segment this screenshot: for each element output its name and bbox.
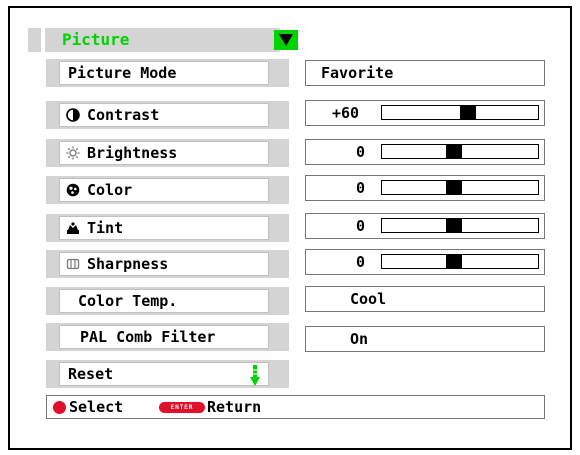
slider-value: 0 <box>356 179 366 197</box>
menu-item-contrast[interactable]: Contrast <box>46 101 289 129</box>
slider-knob[interactable] <box>446 145 462 158</box>
menu-item-pal-comb-filter[interactable]: PAL Comb Filter <box>46 323 289 351</box>
contrast-slider-row[interactable]: +60 <box>305 100 545 126</box>
return-hint: Return <box>207 398 262 416</box>
menu-item-box: Picture Mode <box>59 61 269 85</box>
menu-item-box: Color Temp. <box>59 289 269 313</box>
menu-item-picture-mode[interactable]: Picture Mode <box>46 59 289 87</box>
menu-item-label: Color <box>87 181 133 199</box>
menu-item-box: Brightness <box>59 141 269 165</box>
slider-value: 0 <box>356 143 366 161</box>
menu-item-color-temp[interactable]: Color Temp. <box>46 287 289 315</box>
menu-item-box: Sharpness <box>59 252 269 276</box>
slider-track[interactable] <box>381 144 539 159</box>
value-text: Cool <box>350 290 387 308</box>
slider-track[interactable] <box>381 254 539 269</box>
menu-item-label: Tint <box>87 219 124 237</box>
dropdown-arrow-icon[interactable] <box>274 30 298 50</box>
menu-item-box: Reset <box>59 362 269 386</box>
menu-header[interactable]: Picture <box>28 28 298 52</box>
slider-value: 0 <box>356 217 366 235</box>
menu-item-box: PAL Comb Filter <box>59 325 269 349</box>
menu-item-label: Color Temp. <box>78 292 178 310</box>
slider-value: 0 <box>356 253 366 271</box>
scroll-down-icon[interactable] <box>250 365 260 387</box>
menu-item-sharpness[interactable]: Sharpness <box>46 250 289 278</box>
value-text: Favorite <box>321 64 394 82</box>
menu-item-label: Contrast <box>87 106 160 124</box>
menu-item-brightness[interactable]: Brightness <box>46 139 289 167</box>
hint-bar: Select ENTER Return <box>46 395 545 419</box>
select-button-icon <box>53 401 66 414</box>
menu-title: Picture <box>62 30 130 49</box>
menu-item-label: Sharpness <box>87 255 169 273</box>
slider-knob[interactable] <box>446 181 462 194</box>
header-divider <box>41 28 45 52</box>
enter-button-icon: ENTER <box>159 402 205 413</box>
menu-item-label: Reset <box>68 365 114 383</box>
menu-item-label: PAL Comb Filter <box>80 328 216 346</box>
picture-mode-value[interactable]: Favorite <box>305 60 545 86</box>
value-text: On <box>350 330 369 348</box>
pal-comb-filter-value[interactable]: On <box>305 326 545 352</box>
menu-item-box: Color <box>59 178 269 202</box>
color-slider-row[interactable]: 0 <box>305 175 545 201</box>
contrast-icon <box>66 108 80 122</box>
slider-knob[interactable] <box>446 255 462 268</box>
color-icon <box>66 183 80 197</box>
sharpness-slider-row[interactable]: 0 <box>305 249 545 275</box>
tint-icon <box>66 221 80 235</box>
slider-knob[interactable] <box>460 106 476 119</box>
menu-item-box: Tint <box>59 216 269 240</box>
brightness-slider-row[interactable]: 0 <box>305 139 545 165</box>
select-hint: Select <box>69 398 124 416</box>
slider-value: +60 <box>332 104 360 122</box>
slider-track[interactable] <box>381 105 539 120</box>
sharpness-icon <box>66 257 80 271</box>
menu-item-tint[interactable]: Tint <box>46 214 289 242</box>
brightness-icon <box>66 146 80 160</box>
tint-slider-row[interactable]: 0 <box>305 213 545 239</box>
menu-item-box: Contrast <box>59 103 269 127</box>
menu-item-color[interactable]: Color <box>46 176 289 204</box>
menu-item-label: Picture Mode <box>68 64 177 82</box>
slider-knob[interactable] <box>446 219 462 232</box>
slider-track[interactable] <box>381 218 539 233</box>
color-temp-value[interactable]: Cool <box>305 286 545 312</box>
menu-item-label: Brightness <box>87 144 178 162</box>
slider-track[interactable] <box>381 180 539 195</box>
